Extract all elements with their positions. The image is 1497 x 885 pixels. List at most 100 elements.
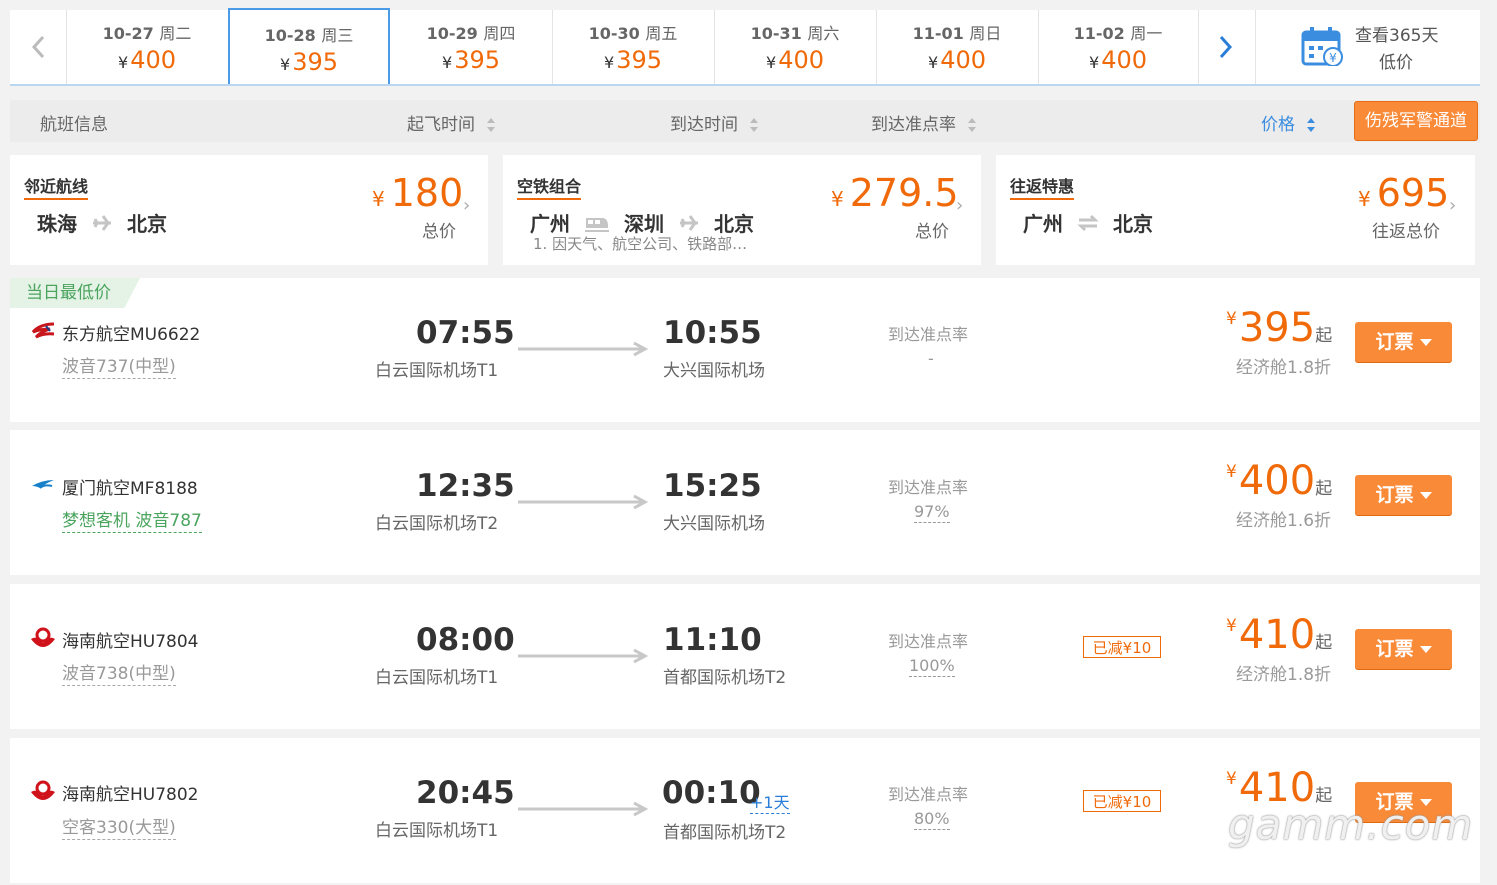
chevron-right-icon: › bbox=[463, 195, 471, 216]
calendar-line2: 低价 bbox=[1379, 53, 1413, 73]
date-label: 10-31 bbox=[750, 24, 802, 43]
round-trip-icon bbox=[1077, 214, 1099, 231]
sort-arrows-icon bbox=[750, 118, 759, 132]
promo-price: ¥279.5 bbox=[831, 171, 959, 215]
arrival-time: 10:55 bbox=[663, 315, 762, 351]
cabin-discount: 经济舱1.8折 bbox=[1236, 665, 1332, 685]
arrival-time: 15:25 bbox=[663, 468, 762, 504]
promo-round-trip[interactable]: 往返特惠 广州 北京 ¥695 往返总价 › bbox=[996, 155, 1475, 265]
ontime-rate-value[interactable]: 97% bbox=[914, 502, 950, 523]
ontime-rate-label: 到达准点率 bbox=[888, 632, 969, 651]
promo-air-rail-combo[interactable]: 空铁组合 广州 深圳 北京 1. 因天气、航空公司、铁路部… ¥279.5 总价… bbox=[503, 155, 981, 265]
ontime-rate-value: - bbox=[928, 349, 934, 368]
promo-route: 珠海 北京 bbox=[37, 208, 167, 237]
china-eastern-logo bbox=[31, 322, 55, 339]
promo-price-value: 695 bbox=[1376, 171, 1450, 215]
aircraft-type[interactable]: 梦想客机 波音787 bbox=[62, 506, 202, 533]
yen-symbol: ¥ bbox=[118, 53, 129, 72]
flight-price-value: 410 bbox=[1238, 612, 1316, 658]
price-from-label: 起 bbox=[1315, 326, 1333, 346]
sort-arrive-time[interactable]: 到达时间 bbox=[670, 110, 759, 135]
cabin-discount: 经济舱1.8折 bbox=[1236, 358, 1332, 378]
promo-title: 空铁组合 bbox=[517, 173, 582, 200]
promo-price-label: 总价 bbox=[915, 222, 949, 242]
sort-depart-time[interactable]: 起飞时间 bbox=[407, 110, 496, 135]
flight-price: ¥410起 bbox=[1226, 612, 1332, 658]
caret-down-icon bbox=[1419, 339, 1432, 346]
book-button[interactable]: 订票 bbox=[1355, 475, 1452, 515]
chevron-right-icon bbox=[1219, 35, 1233, 59]
yen-symbol: ¥ bbox=[928, 53, 939, 72]
yen-symbol: ¥ bbox=[1226, 462, 1237, 482]
date-tab-10-31[interactable]: 10-31 周六 ¥400 bbox=[714, 10, 877, 84]
price-from-label: 起 bbox=[1315, 633, 1333, 653]
sort-price[interactable]: 价格 bbox=[1261, 110, 1316, 135]
aircraft-type[interactable]: 波音737(中型) bbox=[62, 352, 176, 379]
chevron-right-icon: › bbox=[956, 195, 964, 216]
flight-arrow-icon bbox=[518, 341, 648, 357]
sort-ontime-rate[interactable]: 到达准点率 bbox=[871, 110, 977, 135]
caret-down-icon bbox=[1419, 646, 1432, 653]
promo-price-label: 总价 bbox=[422, 222, 456, 242]
date-label: 10-29 bbox=[426, 24, 478, 43]
book-label: 订票 bbox=[1375, 331, 1414, 353]
ontime-rate-label: 到达准点率 bbox=[888, 785, 969, 804]
chevron-right-icon: › bbox=[1449, 195, 1457, 216]
weekday-label: 周一 bbox=[1130, 24, 1163, 43]
prev-dates-button[interactable] bbox=[10, 10, 67, 84]
airline-flight-number: 海南航空HU7802 bbox=[62, 785, 199, 805]
price-from-label: 起 bbox=[1315, 479, 1333, 499]
weekday-label: 周四 bbox=[483, 24, 516, 43]
next-dates-button[interactable] bbox=[1198, 10, 1254, 84]
date-tab-11-01[interactable]: 11-01 周日 ¥400 bbox=[876, 10, 1039, 84]
ontime-rate-label: 到达准点率 bbox=[888, 325, 969, 344]
departure-airport: 白云国际机场T2 bbox=[375, 514, 499, 534]
route-from: 广州 bbox=[1023, 212, 1063, 236]
ontime-rate-value[interactable]: 80% bbox=[914, 809, 950, 830]
plane-icon bbox=[680, 214, 698, 231]
arrival-time: 00:10 bbox=[662, 775, 761, 811]
date-price: 395 bbox=[616, 46, 662, 74]
flight-arrow-icon bbox=[518, 648, 648, 664]
date-strip: 10-27 周二 ¥400 10-28 周三 ¥395 10-29 周四 ¥39… bbox=[10, 8, 1481, 86]
route-from: 珠海 bbox=[37, 212, 77, 236]
book-button[interactable]: 订票 bbox=[1355, 629, 1452, 669]
date-label: 11-01 bbox=[912, 24, 964, 43]
aircraft-type[interactable]: 空客330(大型) bbox=[62, 813, 176, 840]
yen-symbol: ¥ bbox=[280, 55, 291, 74]
weekday-label: 周三 bbox=[321, 26, 354, 45]
promo-nearby-route[interactable]: 邻近航线 珠海 北京 ¥180 总价 › bbox=[10, 155, 488, 265]
aircraft-type[interactable]: 波音738(中型) bbox=[62, 659, 176, 686]
date-tab-10-28[interactable]: 10-28 周三 ¥395 bbox=[228, 8, 390, 84]
flight-price-value: 400 bbox=[1238, 458, 1316, 504]
date-tab-10-29[interactable]: 10-29 周四 ¥395 bbox=[390, 10, 553, 84]
yen-symbol: ¥ bbox=[766, 53, 777, 72]
date-label: 10-30 bbox=[588, 24, 640, 43]
flight-price: ¥395起 bbox=[1226, 305, 1332, 351]
svg-text:¥: ¥ bbox=[1329, 51, 1337, 65]
weekday-label: 周日 bbox=[969, 24, 1002, 43]
arrival-airport: 首都国际机场T2 bbox=[663, 668, 787, 688]
date-price: 400 bbox=[1101, 46, 1147, 74]
ontime-rate-value[interactable]: 100% bbox=[909, 656, 955, 677]
yen-symbol: ¥ bbox=[1358, 187, 1371, 211]
date-tab-10-30[interactable]: 10-30 周五 ¥395 bbox=[552, 10, 715, 84]
airline-flight-number: 海南航空HU7804 bbox=[62, 632, 199, 652]
discount-badge: 已减¥10 bbox=[1083, 636, 1161, 658]
book-button[interactable]: 订票 bbox=[1355, 322, 1452, 362]
promo-price: ¥180 bbox=[372, 171, 463, 215]
route-to: 北京 bbox=[127, 212, 167, 236]
flight-info-header: 航班信息 bbox=[40, 115, 108, 135]
yen-symbol: ¥ bbox=[1089, 53, 1100, 72]
chevron-left-icon bbox=[31, 35, 45, 59]
plane-icon bbox=[93, 214, 111, 231]
weekday-label: 周二 bbox=[159, 24, 192, 43]
plus-one-day-badge[interactable]: +1天 bbox=[750, 789, 790, 814]
view-365-day-prices-button[interactable]: ¥ 查看365天 低价 bbox=[1255, 10, 1481, 84]
date-tab-10-27[interactable]: 10-27 周二 ¥400 bbox=[66, 10, 229, 84]
flight-arrow-icon bbox=[518, 494, 648, 510]
arrival-airport: 大兴国际机场 bbox=[663, 514, 765, 534]
promo-note: 1. 因天气、航空公司、铁路部… bbox=[533, 235, 748, 253]
military-disabled-channel-button[interactable]: 伤残军警通道 bbox=[1354, 101, 1478, 141]
date-tab-11-02[interactable]: 11-02 周一 ¥400 bbox=[1038, 10, 1199, 84]
